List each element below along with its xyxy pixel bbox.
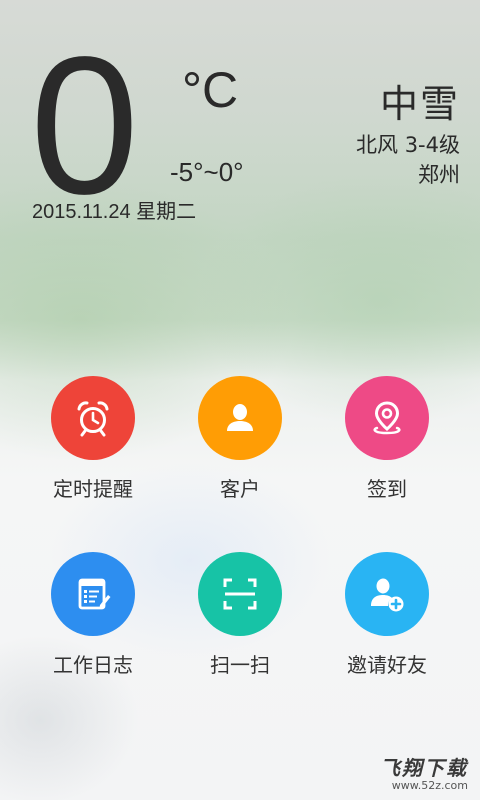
customer-button[interactable]: 客户 <box>160 376 320 502</box>
invite-friends-button[interactable]: 邀请好友 <box>307 552 467 678</box>
alarm-clock-icon <box>77 401 109 437</box>
reminder-button[interactable]: 定时提醒 <box>13 376 173 502</box>
add-person-icon <box>371 578 404 612</box>
location-pin-icon <box>373 401 401 435</box>
invite-friends-label: 邀请好友 <box>347 653 427 677</box>
current-temperature: 0 <box>30 16 139 235</box>
customer-label: 客户 <box>220 477 260 501</box>
work-log-circle <box>51 552 135 636</box>
watermark-url: www.52z.com <box>391 779 468 792</box>
wind-info: 北风 3-4级 <box>356 133 460 157</box>
reminder-circle <box>51 376 135 460</box>
document-edit-icon <box>78 578 111 610</box>
checkin-label: 签到 <box>367 477 407 501</box>
customer-circle <box>198 376 282 460</box>
watermark: 飞翔下载 www.52z.com <box>380 757 468 792</box>
watermark-title: 飞翔下载 <box>380 756 468 780</box>
weather-condition: 中雪 <box>379 82 460 126</box>
person-icon <box>227 404 253 431</box>
work-log-button[interactable]: 工作日志 <box>13 552 173 678</box>
checkin-button[interactable]: 签到 <box>307 376 467 502</box>
weather-details: 中雪 北风 3-4级 郑州 <box>356 80 460 190</box>
temperature-unit: °C <box>182 62 239 118</box>
scan-icon <box>223 578 257 610</box>
city-name: 郑州 <box>418 163 460 187</box>
date-weekday: 2015.11.24 星期二 <box>32 201 197 223</box>
scan-button[interactable]: 扫一扫 <box>160 552 320 678</box>
weather-home-screen: 0 °C -5°~0° 2015.11.24 星期二 中雪 北风 3-4级 郑州… <box>0 0 480 800</box>
scan-label: 扫一扫 <box>210 653 270 677</box>
scan-circle <box>198 552 282 636</box>
temperature-range: -5°~0° <box>170 157 244 187</box>
invite-friends-circle <box>345 552 429 636</box>
reminder-label: 定时提醒 <box>53 477 133 501</box>
work-log-label: 工作日志 <box>53 653 133 677</box>
checkin-circle <box>345 376 429 460</box>
